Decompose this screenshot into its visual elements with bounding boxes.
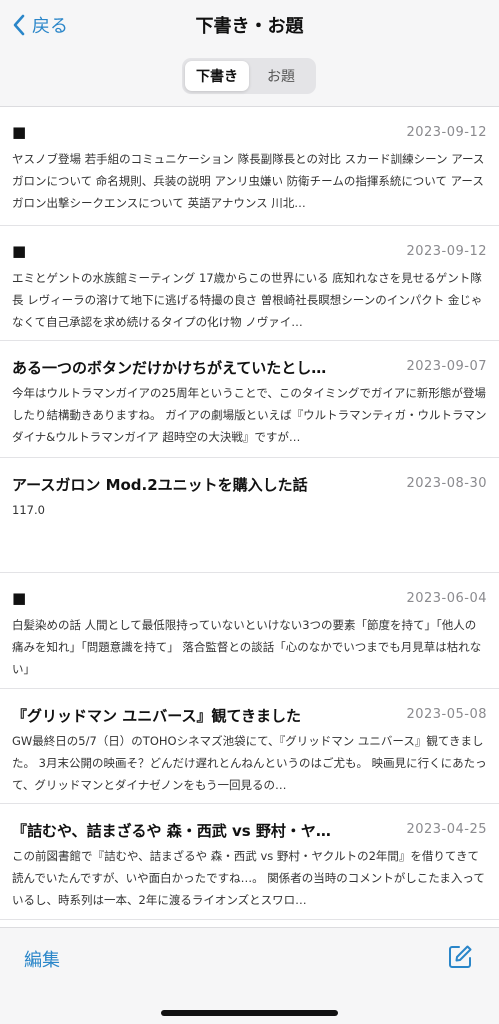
- draft-list: ■ 2023-09-12 ヤスノブ登場 若手組のコミュニケーション 隊長副隊長と…: [0, 107, 499, 927]
- item-date: 2023-04-25: [406, 822, 487, 837]
- list-item[interactable]: ■ 2023-09-12 エミとゲントの水族館ミーティング 17歳からこの世界に…: [0, 226, 499, 341]
- item-title: 『詰むや、詰まざるや 森・西武 vs 野村・ヤ…: [12, 822, 331, 840]
- item-date: 2023-06-04: [406, 591, 487, 606]
- navigation-bar: 戻る 下書き・お題 下書き お題: [0, 0, 499, 107]
- item-date: 2023-09-12: [406, 125, 487, 140]
- segment-drafts[interactable]: 下書き: [185, 61, 249, 91]
- segmented-control: 下書き お題: [182, 58, 316, 94]
- item-body: GW最終日の5/7（日）のTOHOシネマズ池袋にて、『グリッドマン ユニバース』…: [12, 734, 487, 792]
- compose-icon: [449, 945, 472, 968]
- edit-button[interactable]: 編集: [24, 946, 60, 972]
- item-body: 白髪染めの話 人間として最低限持っていないといけない3つの要素「節度を持て」「他…: [12, 618, 482, 676]
- item-title: ある一つのボタンだけかけちがえていたとし…: [12, 359, 327, 377]
- segment-topics[interactable]: お題: [249, 61, 313, 91]
- item-date: 2023-09-12: [406, 244, 487, 259]
- item-body: エミとゲントの水族館ミーティング 17歳からこの世界にいる 底知れなさを見せるゲ…: [12, 271, 483, 329]
- drafts-screen: 戻る 下書き・お題 下書き お題 ■ 2023-09-12 ヤスノブ登場 若手組…: [0, 0, 499, 1024]
- page-title: 下書き・お題: [195, 16, 304, 37]
- list-item[interactable]: ある一つのボタンだけかけちがえていたとし… 2023-09-07 今年はウルトラ…: [0, 341, 499, 458]
- item-title: 『グリッドマン ユニバース』観てきました: [12, 707, 302, 725]
- item-date: 2023-09-07: [406, 359, 487, 374]
- item-title: ■: [12, 242, 27, 260]
- item-date: 2023-08-30: [406, 476, 487, 491]
- item-title: ■: [12, 589, 27, 607]
- item-title: アースガロン Mod.2ユニットを購入した話: [12, 476, 308, 494]
- item-body: 今年はウルトラマンガイアの25周年ということで、このタイミングでガイアに新形態が…: [12, 386, 487, 444]
- item-date: 2023-05-08: [406, 707, 487, 722]
- list-item[interactable]: 『詰むや、詰まざるや 森・西武 vs 野村・ヤ… 2023-04-25 この前図…: [0, 804, 499, 920]
- item-body: この前図書館で『詰むや、詰まざるや 森・西武 vs 野村・ヤクルトの2年間』を借…: [12, 849, 485, 907]
- item-body: ヤスノブ登場 若手組のコミュニケーション 隊長副隊長との対比 スカード訓練シーン…: [12, 152, 485, 210]
- list-item[interactable]: 『グリッドマン ユニバース』観てきました 2023-05-08 GW最終日の5/…: [0, 689, 499, 804]
- item-body: 117.0: [12, 503, 45, 517]
- home-indicator: [161, 1010, 338, 1016]
- list-item[interactable]: ■ 2023-09-12 ヤスノブ登場 若手組のコミュニケーション 隊長副隊長と…: [0, 107, 499, 226]
- bottom-toolbar: 編集: [0, 927, 499, 1024]
- list-item[interactable]: アースガロン Mod.2ユニットを購入した話 2023-08-30 117.0: [0, 458, 499, 573]
- list-item[interactable]: ■ 2023-06-04 白髪染めの話 人間として最低限持っていないといけない3…: [0, 573, 499, 689]
- compose-button[interactable]: [446, 943, 474, 971]
- item-title: ■: [12, 123, 27, 141]
